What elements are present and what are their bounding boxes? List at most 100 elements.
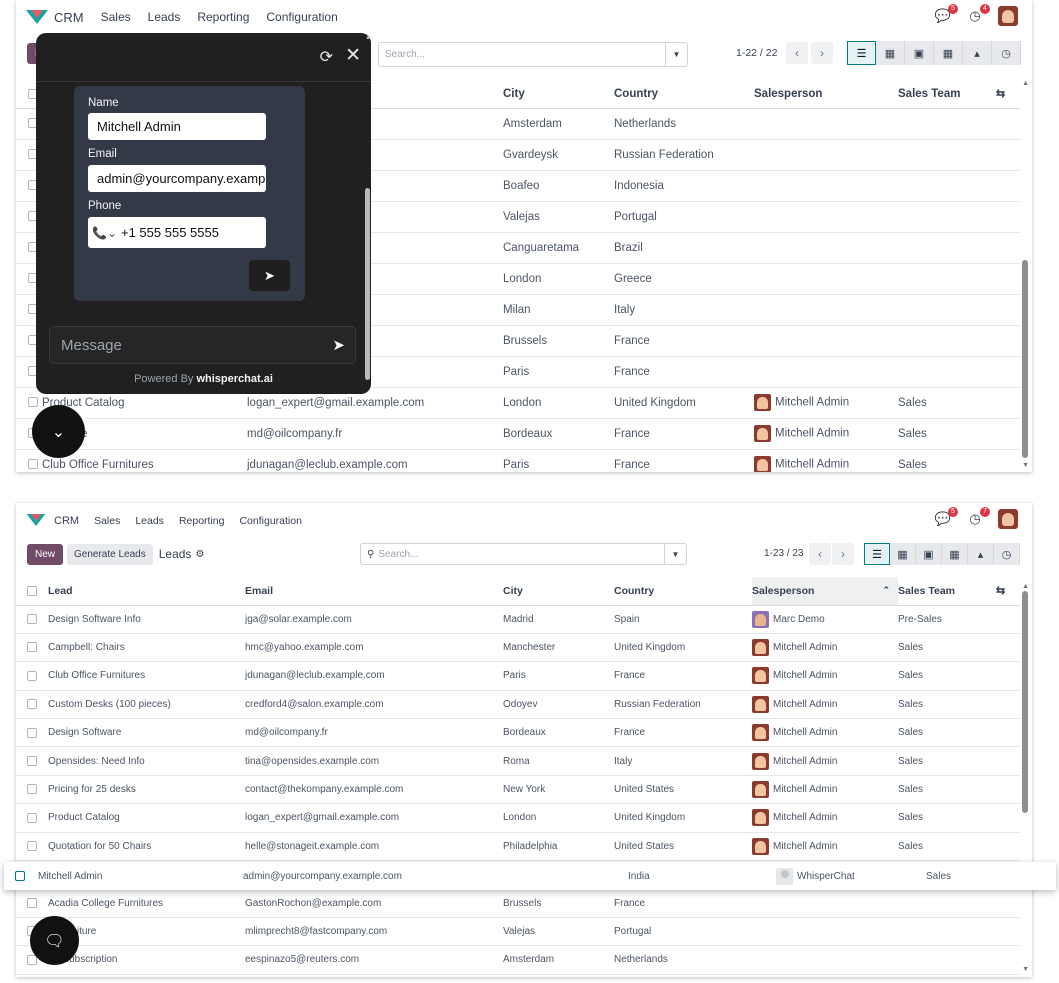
column-salesperson[interactable]: Salesperson xyxy=(754,80,898,109)
messages-icon[interactable]: 💬 5 xyxy=(934,4,958,24)
menu-leads[interactable]: Leads xyxy=(148,10,181,24)
pager-next-icon[interactable]: › xyxy=(832,543,854,565)
dragged-row[interactable]: Mitchell Admin admin@yourcompany.example… xyxy=(4,862,1056,890)
table-row[interactable]: Product Catalog logan_expert@gmail.exampl… xyxy=(16,803,1020,833)
send-icon[interactable]: ➤ xyxy=(332,336,345,354)
list-view-icon[interactable]: ☰ xyxy=(847,41,876,65)
optional-columns-icon[interactable]: ⇆ xyxy=(996,88,1005,100)
search-input[interactable]: Search... ▼ xyxy=(378,42,688,67)
table-row[interactable]: Design Software md@oilcompany.fr Bordeaux F… xyxy=(16,718,1020,748)
app-name[interactable]: CRM xyxy=(54,10,84,25)
crm-logo-icon[interactable] xyxy=(26,10,48,24)
calendar-view-icon[interactable]: ▣ xyxy=(916,543,942,565)
chevron-down-icon[interactable]: ⌄ xyxy=(32,405,85,458)
calendar-view-icon[interactable]: ▣ xyxy=(905,41,934,65)
row-checkbox[interactable] xyxy=(27,897,37,908)
select-all-checkbox[interactable] xyxy=(27,585,37,596)
pager-next-icon[interactable]: › xyxy=(811,42,833,64)
chat-scrollbar[interactable] xyxy=(365,188,370,380)
name-field[interactable]: Mitchell Admin xyxy=(88,113,266,140)
row-checkbox[interactable] xyxy=(27,756,37,766)
table-scrollbar[interactable] xyxy=(1022,260,1028,458)
table-row[interactable]: d Furnituremlimprecht8@fastcompany.comVa… xyxy=(16,917,1020,947)
table-row[interactable]: Pricing for 25 desks contact@thekompany.e… xyxy=(16,775,1020,805)
user-avatar[interactable] xyxy=(998,509,1018,529)
column-lead[interactable]: Lead xyxy=(48,577,245,606)
phone-field[interactable]: 📞⌄ +1 555 555 5555 xyxy=(88,217,266,248)
menu-leads[interactable]: Leads xyxy=(135,515,164,527)
pager-prev-icon[interactable]: ‹ xyxy=(786,42,808,64)
row-checkbox[interactable] xyxy=(27,784,37,795)
optional-columns-icon[interactable]: ⇆ xyxy=(996,585,1005,597)
search-input[interactable]: ⚲ Search... ▼ xyxy=(360,543,687,565)
column-country[interactable]: Country xyxy=(614,577,752,606)
powered-brand[interactable]: whisperchat.ai xyxy=(196,373,272,385)
row-checkbox[interactable] xyxy=(15,871,25,881)
kanban-view-icon[interactable]: ▦ xyxy=(890,543,916,565)
row-checkbox[interactable] xyxy=(27,812,37,823)
sort-asc-icon[interactable]: ⌃ xyxy=(882,585,890,596)
table-row[interactable]: Design Software Info jga@solar.example.co… xyxy=(16,605,1020,634)
column-country[interactable]: Country xyxy=(614,80,754,109)
column-sales-team[interactable]: Sales Team xyxy=(898,80,996,109)
row-checkbox[interactable] xyxy=(27,699,37,710)
message-input[interactable]: Message ➤ xyxy=(49,326,356,364)
generate-leads-button[interactable]: Generate Leads xyxy=(67,543,153,565)
activities-icon[interactable]: ◷ 4 xyxy=(966,4,990,24)
pager-value[interactable]: 1-22 / 22 xyxy=(736,47,777,59)
pager-prev-icon[interactable]: ‹ xyxy=(809,543,831,565)
scroll-up-icon[interactable]: ▲ xyxy=(1022,80,1029,87)
chat-bubble-icon[interactable]: 🗨 xyxy=(30,916,79,965)
activities-icon[interactable]: ◷ 7 xyxy=(966,507,990,527)
row-checkbox[interactable] xyxy=(27,614,37,625)
refresh-icon[interactable]: ⟳ xyxy=(320,47,333,67)
pivot-view-icon[interactable]: ▦ xyxy=(942,543,968,565)
menu-configuration[interactable]: Configuration xyxy=(239,515,301,527)
column-sales-team[interactable]: Sales Team xyxy=(898,577,996,606)
menu-reporting[interactable]: Reporting xyxy=(179,515,225,527)
row-checkbox[interactable] xyxy=(27,841,37,852)
column-city[interactable]: City xyxy=(503,80,614,109)
menu-sales[interactable]: Sales xyxy=(101,10,131,24)
messages-icon[interactable]: 💬 5 xyxy=(934,507,958,527)
graph-view-icon[interactable]: ▴ xyxy=(968,543,994,565)
column-city[interactable]: City xyxy=(503,577,614,606)
row-checkbox[interactable] xyxy=(28,459,38,470)
form-submit-send-icon[interactable]: ➤ xyxy=(249,260,290,291)
scroll-up-icon[interactable]: ▲ xyxy=(1022,583,1029,590)
menu-configuration[interactable]: Configuration xyxy=(266,10,337,24)
chat-scroll-up-icon[interactable]: ▲ xyxy=(365,35,371,41)
phone-country-icon[interactable]: 📞⌄ xyxy=(92,226,117,240)
table-row[interactable]: Opensides: Need Info tina@opensides.examp… xyxy=(16,746,1020,776)
search-options-toggle[interactable]: ▼ xyxy=(664,544,686,564)
table-row[interactable]: Custom Desks (100 pieces) credford4@salon… xyxy=(16,690,1020,720)
row-checkbox[interactable] xyxy=(27,642,37,653)
table-row[interactable]: ing subscription eespinazo5@reuters.com Am… xyxy=(16,945,1020,975)
email-field[interactable]: admin@yourcompany.example.com xyxy=(88,165,266,192)
menu-sales[interactable]: Sales xyxy=(94,515,120,527)
list-view-icon[interactable]: ☰ xyxy=(864,543,890,565)
user-avatar[interactable] xyxy=(998,6,1018,26)
kanban-view-icon[interactable]: ▦ xyxy=(876,41,905,65)
table-row[interactable]: Campbell: Chairs hmc@yahoo.example.com Man… xyxy=(16,633,1020,663)
table-row[interactable]: Club Office Furnitures jdunagan@leclub.ex… xyxy=(16,449,1020,472)
close-icon[interactable]: ✕ xyxy=(345,44,361,67)
table-row[interactable]: Acadia College Furnitures GastonRochon@ex… xyxy=(16,888,1020,918)
table-scrollbar[interactable] xyxy=(1022,591,1028,813)
column-email[interactable]: Email xyxy=(245,577,503,606)
row-checkbox[interactable] xyxy=(28,397,38,408)
new-button[interactable]: New xyxy=(27,543,64,565)
app-name[interactable]: CRM xyxy=(54,515,79,527)
activity-view-icon[interactable]: ◷ xyxy=(994,543,1020,565)
row-checkbox[interactable] xyxy=(27,670,37,681)
table-row[interactable]: Quotation for 50 Chairs helle@stonageit.e… xyxy=(16,832,1020,862)
activity-view-icon[interactable]: ◷ xyxy=(992,41,1021,65)
table-row[interactable]: Club Office Furnitures jdunagan@leclub.ex… xyxy=(16,661,1020,691)
crm-logo-icon[interactable] xyxy=(26,514,48,528)
column-salesperson[interactable]: Salesperson ⌃ xyxy=(752,577,898,606)
gear-icon[interactable]: ⚙ xyxy=(195,549,204,560)
search-options-toggle[interactable]: ▼ xyxy=(665,43,687,66)
row-checkbox[interactable] xyxy=(27,727,37,738)
scroll-down-icon[interactable]: ▼ xyxy=(1022,462,1029,469)
scroll-down-icon[interactable]: ▼ xyxy=(1022,966,1029,973)
